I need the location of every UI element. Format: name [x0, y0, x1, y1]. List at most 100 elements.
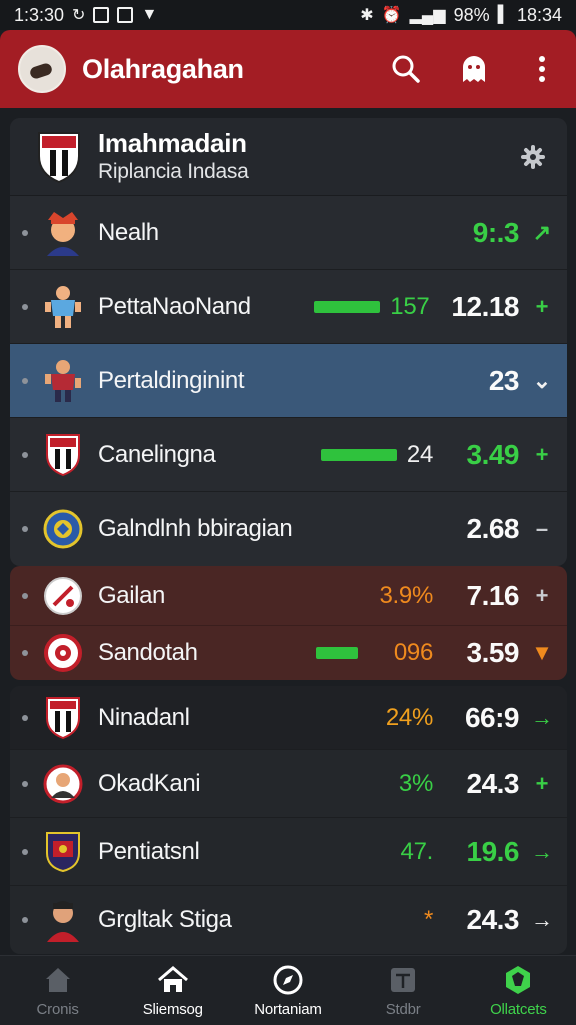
plus-icon: +: [535, 582, 549, 608]
bullet-dot: [22, 780, 28, 787]
row-percent: *: [423, 906, 433, 933]
battery-icon: ▌: [497, 6, 509, 23]
row-value: 12.18: [451, 290, 519, 322]
chevron-down-icon[interactable]: ⌄: [531, 368, 553, 394]
nav-item-stdbr[interactable]: Stdbr: [348, 963, 458, 1018]
list-item[interactable]: Canelingna 24 3.49 +: [10, 418, 567, 492]
row-name: Gailan: [98, 581, 165, 609]
bullet-dot: [22, 592, 28, 599]
player-avatar-icon: [42, 899, 84, 942]
row-name: Grgltak Stiga: [98, 906, 232, 933]
row-value: 66:9: [464, 701, 520, 733]
club-shield-icon: [38, 131, 80, 183]
player-figure-icon: [42, 285, 84, 328]
league-header: Imahmadain Riplancia Indasa: [10, 118, 567, 196]
alarm-icon: ⏰: [381, 7, 402, 24]
home-icon: [43, 963, 73, 997]
bullet-dot: [22, 917, 28, 923]
club-shield-icon: [42, 831, 84, 873]
club-shield-icon: [42, 433, 84, 476]
row-percent: 3.9%: [379, 581, 433, 609]
ghost-button[interactable]: [458, 53, 490, 85]
row-value: 7.16: [466, 579, 520, 611]
bullet-dot: [22, 848, 28, 855]
nav-item-nortaniam[interactable]: Nortaniam: [233, 963, 343, 1018]
status-time: 1:3:30: [14, 4, 65, 25]
list-item[interactable]: Galndlnh bbiragian 2.68 –: [10, 492, 567, 566]
live-list-item[interactable]: Sandotah 096 3.59 ▼: [10, 626, 567, 680]
nav-item-sliemsog[interactable]: Sliemsog: [118, 963, 228, 1018]
row-percent: 157: [390, 292, 430, 320]
list-item[interactable]: Ninadanl 24% 66:9 →: [10, 686, 567, 750]
row-name: Ninadanl: [98, 703, 190, 731]
league-title: Imahmadain: [98, 127, 247, 158]
sync-icon: ↻: [72, 7, 86, 24]
more-options-button[interactable]: [526, 53, 558, 85]
row-name: Nealh: [98, 218, 159, 246]
nav-item-cronis[interactable]: Cronis: [3, 963, 113, 1018]
list-item[interactable]: Grgltak Stiga * 24.3 →: [10, 886, 567, 954]
search-button[interactable]: [390, 53, 422, 85]
list-item[interactable]: OkadKani 3% 24.3 +: [10, 750, 567, 818]
list-item[interactable]: Pentiatsnl 47. 19.6 →: [10, 818, 567, 886]
row-name: Pentiatsnl: [98, 837, 200, 865]
progress-bar: [315, 647, 358, 659]
league-card-2: Ninadanl 24% 66:9 → OkadKani 3% 24.3 + P…: [10, 686, 567, 954]
arrow-right-icon: →: [531, 907, 553, 932]
row-value: 2.68: [466, 513, 520, 544]
bluetooth-icon: ✱: [360, 7, 374, 24]
arrow-right-icon: →: [531, 838, 553, 864]
row-value: 23: [488, 364, 520, 396]
bullet-dot: [22, 650, 28, 656]
bullet-dot: [22, 229, 28, 236]
nav-item-ollatcets[interactable]: Ollatcets: [463, 963, 573, 1018]
row-value: 3.49: [466, 438, 520, 470]
player-avatar-icon: [42, 211, 84, 256]
league-card: Imahmadain Riplancia Indasa Nealh 9:.3 ↗…: [10, 118, 567, 566]
club-shield-icon: [42, 696, 84, 739]
row-value: 24.3: [466, 904, 520, 935]
battery-level: 98%: [453, 4, 490, 25]
trend-up-right-icon: ↗: [532, 219, 552, 245]
bullet-dot: [22, 714, 28, 721]
nav-label: Cronis: [36, 1001, 79, 1018]
wifi-icon: ▼: [141, 6, 158, 23]
brand-icon: [502, 963, 534, 997]
gear-icon: [521, 144, 545, 169]
app-actions: [390, 53, 558, 85]
club-crest-icon: [42, 508, 84, 550]
row-name: Galndlnh bbiragian: [98, 515, 293, 542]
player-badge-icon: [42, 763, 84, 805]
league-subtitle: Riplancia Indasa: [98, 160, 249, 184]
more-vertical-icon: [539, 56, 545, 82]
caret-down-icon: ▼: [531, 640, 553, 665]
status-clock: 18:34: [516, 4, 562, 25]
row-value: 3.59: [466, 637, 520, 668]
row-name: PettaNaoNand: [98, 292, 251, 320]
ghost-icon: [463, 56, 485, 82]
list-item-selected[interactable]: Pertaldinginint 23 ⌄: [10, 344, 567, 418]
message-icon: [117, 7, 134, 23]
list-item[interactable]: PettaNaoNand 157 12.18 +: [10, 270, 567, 344]
progress-bar: [320, 448, 397, 461]
arrow-right-icon: →: [531, 704, 553, 730]
compass-icon: [272, 963, 304, 997]
nav-label: Sliemsog: [142, 1001, 203, 1018]
live-list-item[interactable]: Gailan 3.9% 7.16 +: [10, 566, 567, 626]
signal-icon: ▂▄▆: [409, 7, 446, 24]
row-value: 19.6: [466, 835, 520, 867]
minus-icon: –: [535, 516, 549, 541]
avatar[interactable]: [18, 45, 66, 93]
row-name: Pertaldinginint: [98, 366, 245, 394]
live-match-card: Gailan 3.9% 7.16 + Sandotah 096 3.59 ▼: [10, 566, 567, 680]
row-name: Sandotah: [98, 639, 198, 666]
home-icon: [157, 963, 189, 997]
nav-label: Ollatcets: [490, 1001, 547, 1018]
app-bar: Olahragahan: [0, 30, 576, 108]
row-name: Canelingna: [98, 440, 216, 468]
row-value: 24.3: [466, 767, 520, 799]
settings-button[interactable]: [517, 141, 549, 173]
list-item[interactable]: Nealh 9:.3 ↗: [10, 196, 567, 270]
table-icon: [389, 963, 417, 997]
bullet-dot: [22, 451, 28, 458]
